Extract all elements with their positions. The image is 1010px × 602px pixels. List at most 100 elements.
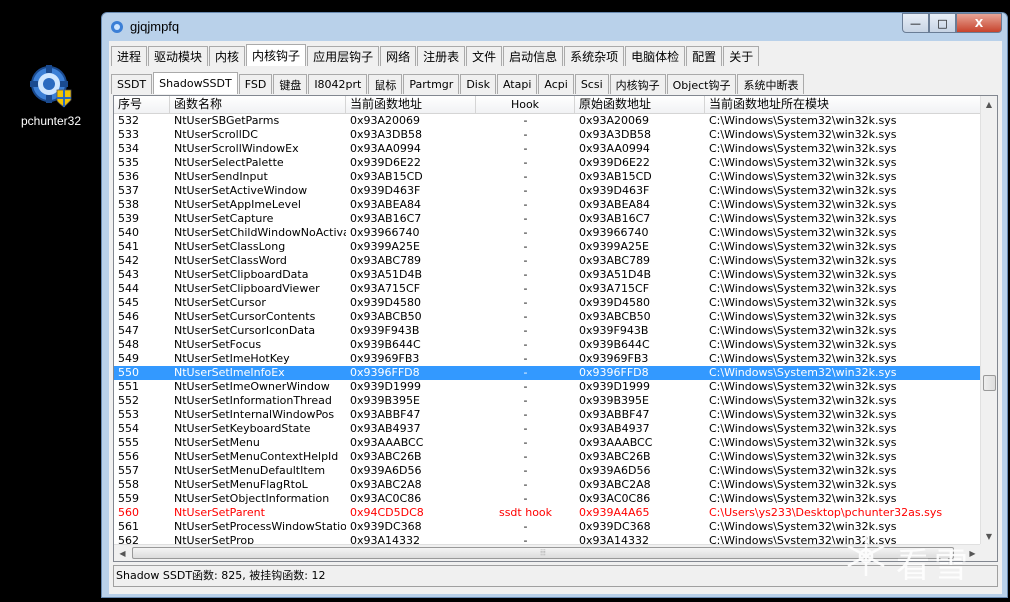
table-cell: 558 [118,478,139,491]
subtab-1[interactable]: ShadowSSDT [153,72,238,94]
tab-7[interactable]: 文件 [466,46,503,66]
subtab-8[interactable]: Atapi [496,74,538,94]
subtab-13[interactable]: 系统中断表 [737,74,805,94]
tab-label: 注册表 [423,50,460,64]
maximize-button[interactable]: □ [929,13,956,33]
list-body: 532 NtUserSBGetParms 0x93A20069 - 0x93A20069… [114,114,981,548]
subtab-3[interactable]: 键盘 [273,74,308,94]
tab-10[interactable]: 电脑体检 [625,46,686,66]
table-cell: 0x939D1999 [350,380,421,393]
tab-9[interactable]: 系统杂项 [564,46,625,66]
subtab-4[interactable]: I8042prt [308,74,368,94]
table-cell: 0x93AB16C7 [350,212,422,225]
table-row[interactable]: 535 NtUserSelectPalette 0x939D6E22 - 0x939D6… [114,156,981,170]
tab-2[interactable]: 内核 [209,46,246,66]
column-header-0[interactable]: 序号 [114,96,170,113]
subtab-7[interactable]: Disk [460,74,496,94]
subtab-5[interactable]: 鼠标 [368,74,403,94]
table-cell: 559 [118,492,139,505]
subtab-12[interactable]: Object钩子 [666,74,737,94]
table-row[interactable]: 550 NtUserSetImeInfoEx 0x9396FFD8 - 0x9396FF… [114,366,981,380]
table-row[interactable]: 553 NtUserSetInternalWindowPos 0x93ABBF47 -… [114,408,981,422]
desktop-icon-pchunter[interactable]: pchunter32 [10,62,92,128]
table-row[interactable]: 549 NtUserSetImeHotKey 0x93969FB3 - 0x93969F… [114,352,981,366]
table-row[interactable]: 548 NtUserSetFocus 0x939B644C - 0x939B644C C:… [114,338,981,352]
subtab-11[interactable]: 内核钩子 [609,74,666,94]
table-cell: ssdt hook [498,506,553,519]
table-row[interactable]: 533 NtUserScrollDC 0x93A3DB58 - 0x93A3DB58 C:… [114,128,981,142]
subtab-6[interactable]: Partmgr [403,74,460,94]
table-row[interactable]: 536 NtUserSendInput 0x93AB15CD - 0x93AB15CD C… [114,170,981,184]
table-row[interactable]: 542 NtUserSetClassWord 0x93ABC789 - 0x93ABC7… [114,254,981,268]
table-row[interactable]: 545 NtUserSetCursor 0x939D4580 - 0x939D4580 C… [114,296,981,310]
tab-11[interactable]: 配置 [686,46,723,66]
table-row[interactable]: 543 NtUserSetClipboardData 0x93A51D4B - 0x93… [114,268,981,282]
subtab-0[interactable]: SSDT [111,74,153,94]
column-header-3[interactable]: Hook [476,96,575,113]
subtab-10[interactable]: Scsi [574,74,609,94]
title-bar[interactable]: gjqjmpfq — □ X [102,13,1007,41]
tab-0[interactable]: 进程 [111,46,148,66]
table-row[interactable]: 546 NtUserSetCursorContents 0x93ABCB50 - 0x9… [114,310,981,324]
tab-4[interactable]: 应用层钩子 [307,46,380,66]
watermark-text: 看雪 [896,546,972,586]
table-cell: 0x939DC368 [579,520,651,533]
table-cell: C:\Windows\System32\win32k.sys [709,282,897,295]
table-row[interactable]: 552 NtUserSetInformationThread 0x939B395E -… [114,394,981,408]
table-cell: 0x939B644C [350,338,421,351]
table-cell: 536 [118,170,139,183]
table-row[interactable]: 541 NtUserSetClassLong 0x9399A25E - 0x9399A2… [114,240,981,254]
subtab-label: FSD [244,78,267,91]
table-row[interactable]: 551 NtUserSetImeOwnerWindow 0x939D1999 - 0x9… [114,380,981,394]
tab-12[interactable]: 关于 [723,46,760,66]
shadow-ssdt-list[interactable]: 序号 函数名称 当前函数地址 Hook 原始函数地址 当前函数地址所在模块 532 NtUs… [113,95,998,562]
scroll-left-icon[interactable]: ◀ [114,545,131,561]
scroll-up-icon[interactable]: ▲ [981,96,997,113]
table-cell: 0x93A20069 [350,114,421,127]
table-row[interactable]: 544 NtUserSetClipboardViewer 0x93A715CF - 0x… [114,282,981,296]
tab-1[interactable]: 驱动模块 [148,46,209,66]
table-cell: - [523,198,528,211]
table-row[interactable]: 556 NtUserSetMenuContextHelpId 0x93ABC26B -… [114,450,981,464]
table-row[interactable]: 537 NtUserSetActiveWindow 0x939D463F - 0x939… [114,184,981,198]
table-cell: - [523,366,528,379]
table-cell: 0x939A4A65 [579,506,650,519]
column-header-1[interactable]: 函数名称 [170,96,346,113]
table-row[interactable]: 555 NtUserSetMenu 0x93AAABCC - 0x93AAABCC C:\… [114,436,981,450]
table-row[interactable]: 558 NtUserSetMenuFlagRtoL 0x93ABC2A8 - 0x93A… [114,478,981,492]
table-cell: 0x93ABBF47 [350,408,421,421]
table-row[interactable]: 557 NtUserSetMenuDefaultItem 0x939A6D56 - 0x… [114,464,981,478]
tab-8[interactable]: 启动信息 [503,46,564,66]
table-row[interactable]: 534 NtUserScrollWindowEx 0x93AA0994 - 0x93AA… [114,142,981,156]
table-cell: 0x93ABBF47 [579,408,650,421]
subtab-9[interactable]: Acpi [538,74,574,94]
close-button[interactable]: X [956,13,1002,33]
table-row[interactable]: 539 NtUserSetCapture 0x93AB16C7 - 0x93AB16C7… [114,212,981,226]
table-row[interactable]: 547 NtUserSetCursorIconData 0x939F943B - 0x9… [114,324,981,338]
column-header-5[interactable]: 当前函数地址所在模块 [705,96,981,113]
subtab-2[interactable]: FSD [238,74,273,94]
table-cell: - [523,324,528,337]
table-cell: NtUserSetActiveWindow [174,184,308,197]
table-cell: NtUserSetProcessWindowStation [174,520,346,533]
table-row[interactable]: 538 NtUserSetAppImeLevel 0x93ABEA84 - 0x93AB… [114,198,981,212]
vertical-scroll-thumb[interactable] [983,375,996,391]
tab-6[interactable]: 注册表 [417,46,466,66]
table-cell: 0x93969FB3 [579,352,649,365]
horizontal-scroll-thumb[interactable]: ⦙⦙⦙ [132,547,954,559]
column-header-2[interactable]: 当前函数地址 [346,96,476,113]
table-cell: NtUserSetAppImeLevel [174,198,301,211]
tab-5[interactable]: 网络 [380,46,417,66]
minimize-button[interactable]: — [902,13,929,33]
column-header-4[interactable]: 原始函数地址 [575,96,705,113]
table-row[interactable]: 540 NtUserSetChildWindowNoActivate 0x93966… [114,226,981,240]
vertical-scrollbar[interactable]: ▲ ▼ [980,96,997,545]
table-row[interactable]: 560 NtUserSetParent 0x94CD5DC8 ssdt hook 0x9… [114,506,981,520]
table-cell: 550 [118,366,139,379]
table-cell: C:\Windows\System32\win32k.sys [709,198,897,211]
tab-label: 内核钩子 [252,49,301,63]
table-row[interactable]: 559 NtUserSetObjectInformation 0x93AC0C86 -… [114,492,981,506]
table-row[interactable]: 532 NtUserSBGetParms 0x93A20069 - 0x93A20069… [114,114,981,128]
table-row[interactable]: 554 NtUserSetKeyboardState 0x93AB4937 - 0x93… [114,422,981,436]
tab-3[interactable]: 内核钩子 [246,44,307,66]
